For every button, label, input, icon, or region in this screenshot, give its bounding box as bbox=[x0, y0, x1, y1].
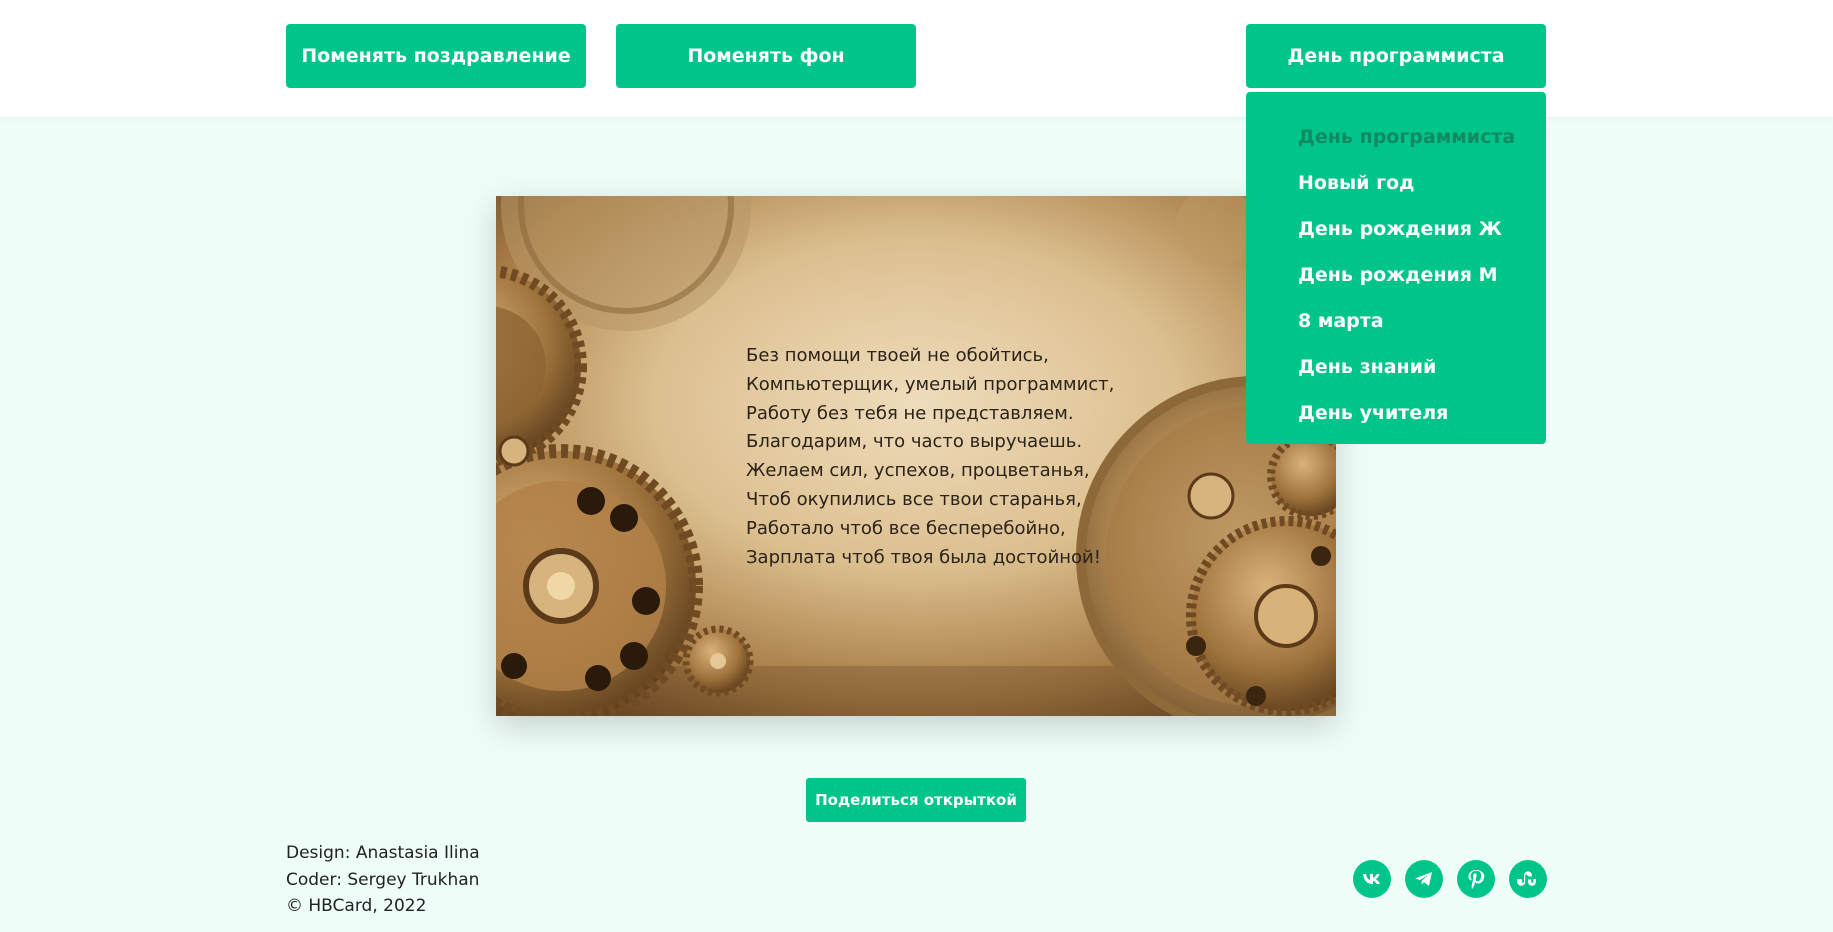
poem-line: Компьютерщик, умелый программист, bbox=[746, 373, 1115, 395]
dropdown-item-birthday-male[interactable]: День рождения М bbox=[1246, 252, 1546, 298]
dropdown-item-teacher-day[interactable]: День учителя bbox=[1246, 390, 1546, 436]
dropdown-item-programmer-day[interactable]: День программиста bbox=[1246, 114, 1546, 160]
vk-icon[interactable] bbox=[1353, 860, 1391, 898]
share-card-button[interactable]: Поделиться открыткой bbox=[806, 778, 1026, 822]
design-credit: Design: Anastasia Ilina bbox=[286, 843, 480, 863]
occasion-dropdown-menu: День программиста Новый год День рождени… bbox=[1246, 92, 1546, 444]
poem-line: Чтоб окупились все твои старанья, bbox=[746, 488, 1082, 510]
occasion-select-button[interactable]: День программиста bbox=[1246, 24, 1546, 88]
poem-line: Без помощи твоей не обойтись, bbox=[746, 345, 1049, 366]
coder-credit: Coder: Sergey Trukhan bbox=[286, 869, 480, 890]
poem-line: Работу без тебя не представляем. bbox=[746, 402, 1074, 424]
dropdown-item-birthday-female[interactable]: День рождения Ж bbox=[1246, 206, 1546, 252]
dropdown-item-march-8[interactable]: 8 марта bbox=[1246, 298, 1546, 344]
poem-line: Зарплата чтоб твоя была достойной! bbox=[746, 546, 1101, 568]
change-greeting-button[interactable]: Поменять поздравление bbox=[286, 24, 586, 88]
footer-credits: Design: Anastasia Ilina Coder: Sergey Tr… bbox=[286, 840, 480, 920]
poem-line: Работало чтоб все бесперебойно, bbox=[746, 517, 1066, 539]
dropdown-item-new-year[interactable]: Новый год bbox=[1246, 160, 1546, 206]
poem-line: Желаем сил, успехов, процветанья, bbox=[746, 460, 1090, 482]
greeting-card: Без помощи твоей не обойтись, Компьютерщ… bbox=[496, 196, 1336, 716]
poem-line: Благодарим, что часто выручаешь. bbox=[746, 431, 1083, 453]
change-background-button[interactable]: Поменять фон bbox=[616, 24, 916, 88]
header-bar bbox=[0, 0, 1833, 117]
greeting-poem: Без помощи твоей не обойтись, Компьютерщ… bbox=[746, 342, 1114, 572]
telegram-icon[interactable] bbox=[1405, 860, 1443, 898]
copyright: © HBCard, 2022 bbox=[286, 896, 427, 916]
stumbleupon-icon[interactable] bbox=[1509, 860, 1547, 898]
pinterest-icon[interactable] bbox=[1457, 860, 1495, 898]
dropdown-item-knowledge-day[interactable]: День знаний bbox=[1246, 344, 1546, 390]
